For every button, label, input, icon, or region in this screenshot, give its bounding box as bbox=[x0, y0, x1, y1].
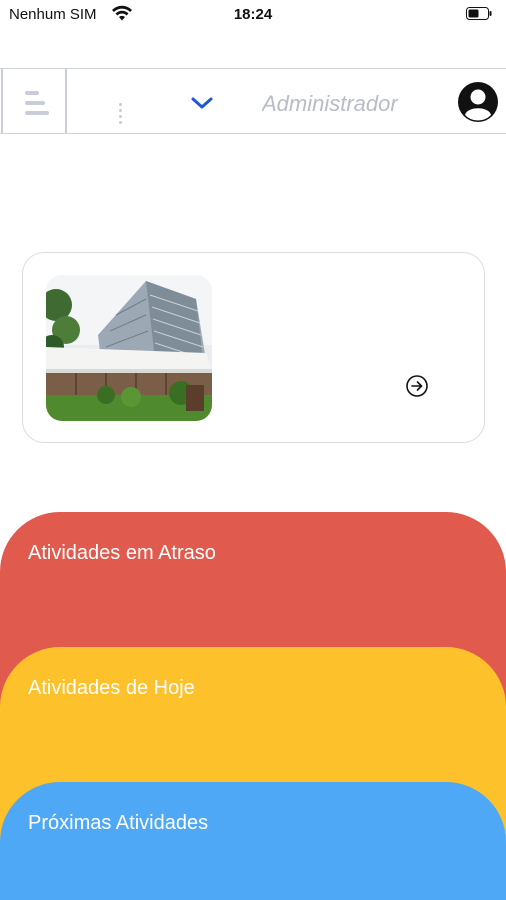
battery-icon bbox=[466, 7, 492, 20]
today-activities-label: Atividades de Hoje bbox=[28, 677, 195, 699]
status-bar: Nenhum SIM 18:24 bbox=[0, 0, 506, 30]
avatar-icon[interactable] bbox=[457, 81, 499, 123]
role-selector[interactable]: Administrador bbox=[262, 91, 412, 117]
arrow-right-circle-icon[interactable] bbox=[405, 374, 429, 398]
late-activities-label: Atividades em Atraso bbox=[28, 542, 216, 564]
app-header: Administrador bbox=[0, 68, 506, 134]
clock: 18:24 bbox=[233, 6, 273, 23]
upcoming-activities-panel[interactable]: Próximas Atividades bbox=[0, 782, 506, 900]
kebab-icon[interactable] bbox=[118, 103, 124, 125]
building-card[interactable] bbox=[22, 252, 485, 443]
upcoming-activities-label: Próximas Atividades bbox=[28, 812, 209, 834]
chevron-down-icon[interactable] bbox=[190, 95, 214, 111]
menu-button[interactable] bbox=[1, 69, 67, 133]
building-photo bbox=[46, 275, 212, 421]
